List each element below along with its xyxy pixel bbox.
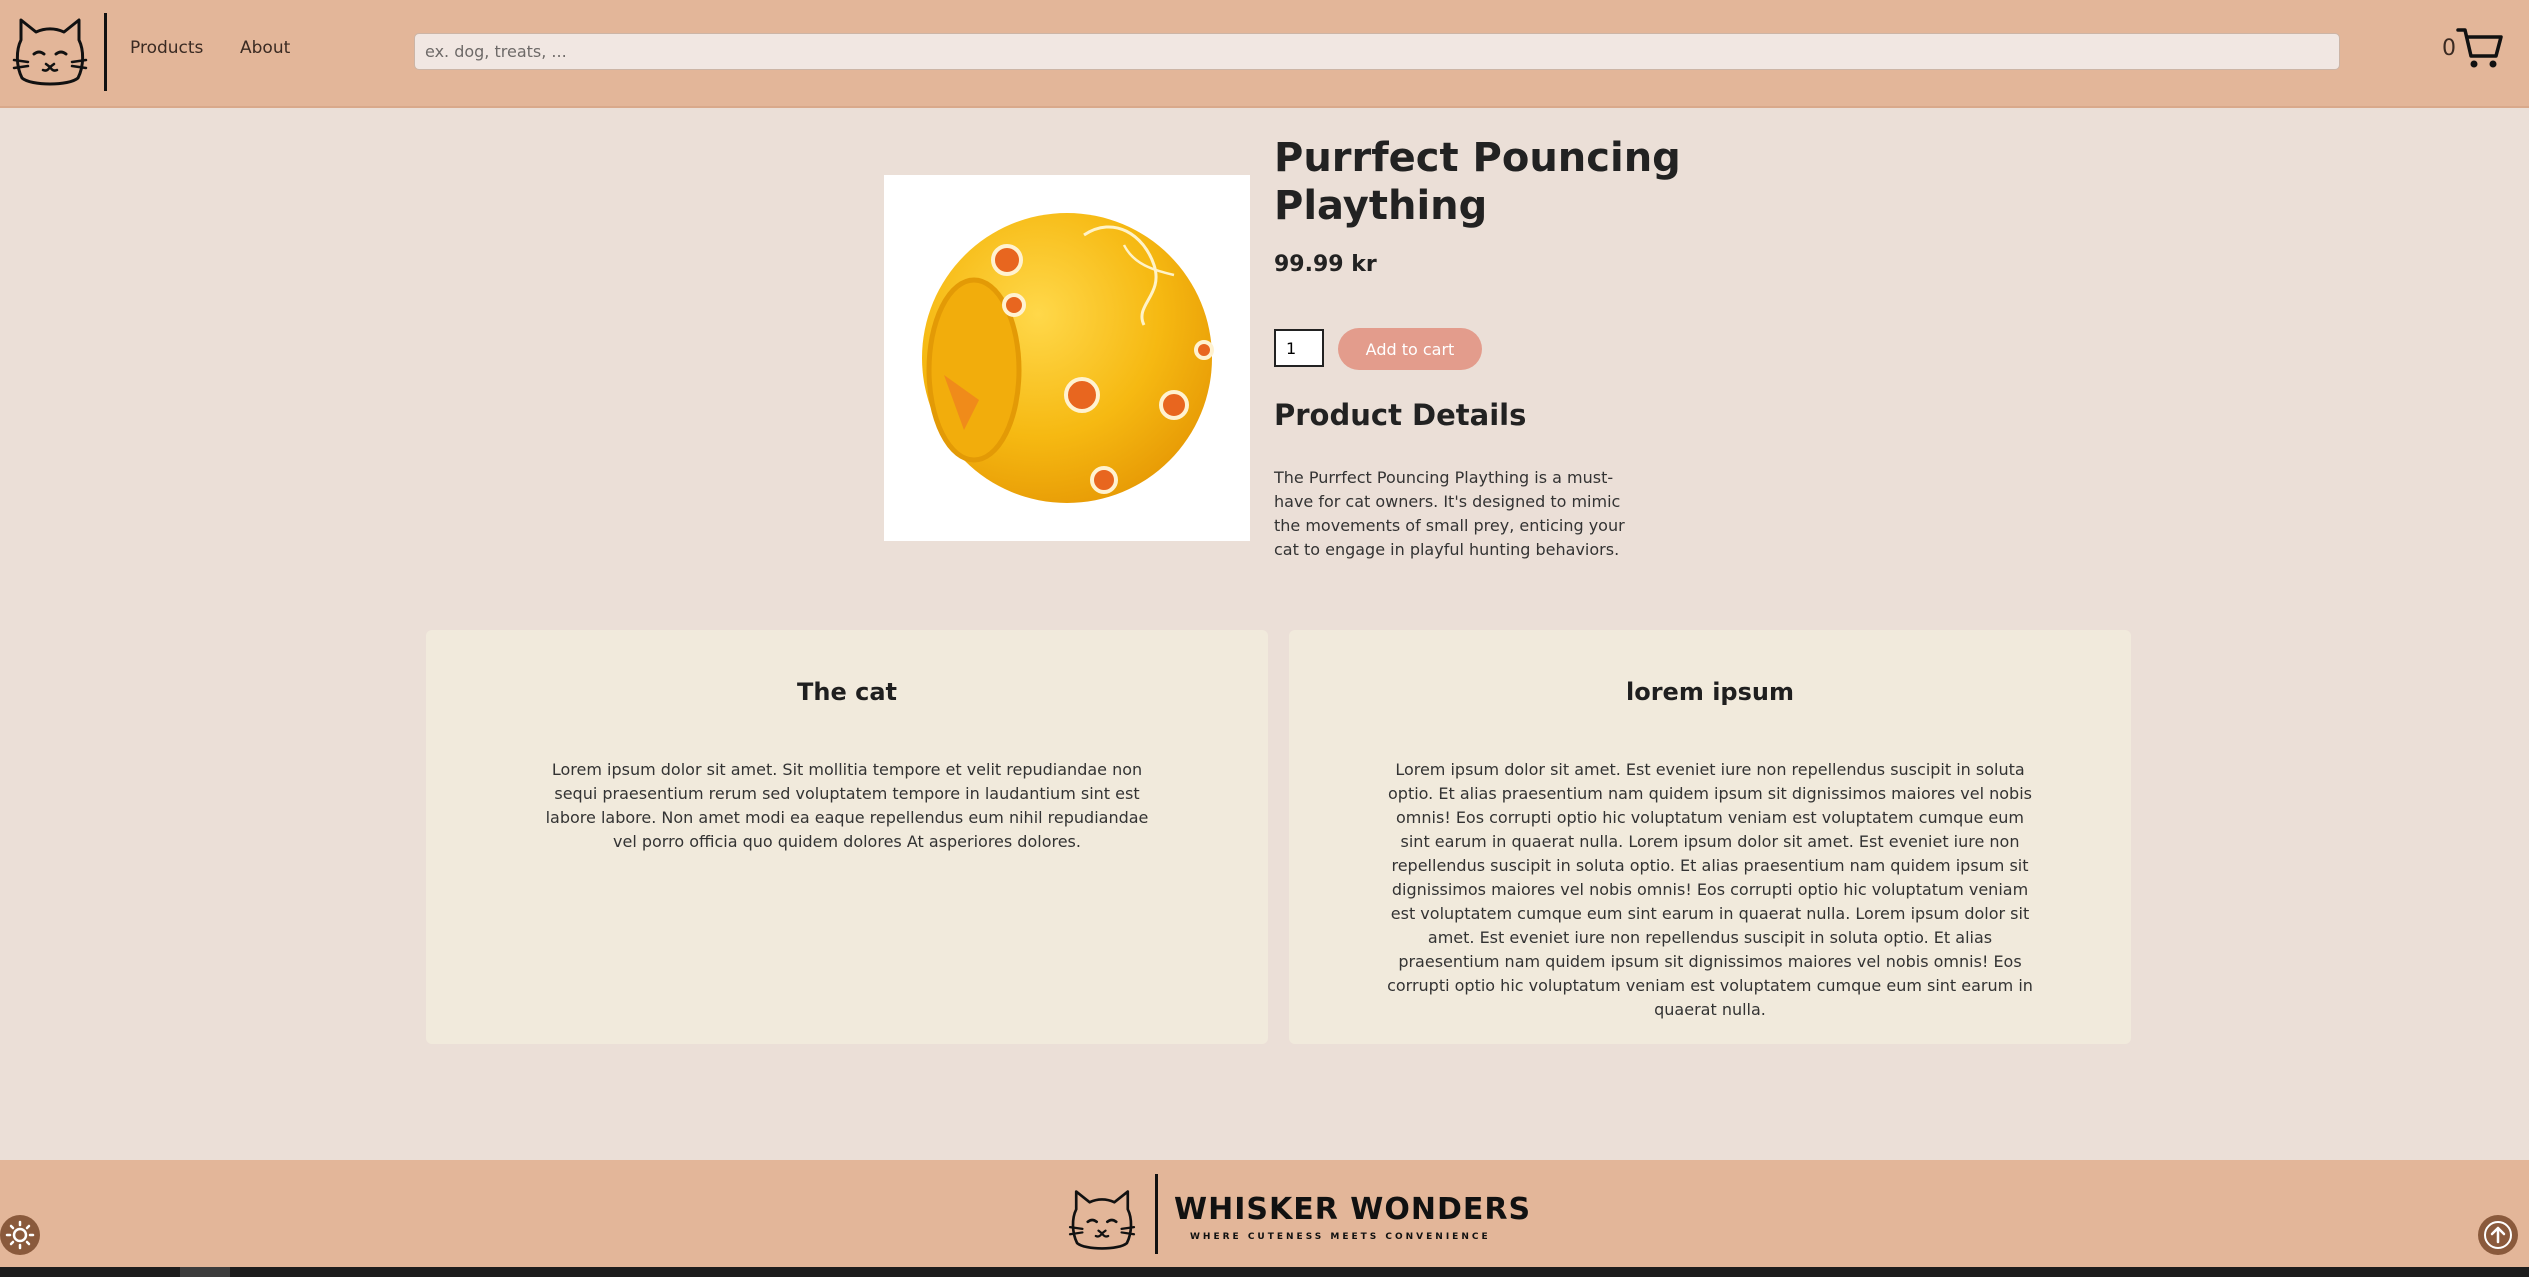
shopping-cart-icon[interactable] [2456, 26, 2504, 70]
search-input[interactable] [414, 33, 2340, 70]
treat-ball-icon [922, 213, 1214, 503]
os-taskbar [0, 1267, 2529, 1277]
brand-tagline: WHERE CUTENESS MEETS CONVENIENCE [1190, 1232, 1491, 1242]
product-price: 99.99 kr [1274, 252, 1377, 277]
site-footer: WHISKER WONDERS WHERE CUTENESS MEETS CON… [0, 1160, 2529, 1267]
brand-name: WHISKER WONDERS [1174, 1192, 1532, 1227]
nav-products-link[interactable]: Products [130, 38, 203, 58]
add-to-cart-button[interactable]: Add to cart [1338, 328, 1482, 370]
scroll-to-top-button[interactable] [2478, 1215, 2518, 1255]
card-title: The cat [797, 678, 897, 706]
product-title: Purrfect Pouncing Plaything [1274, 135, 1681, 229]
info-card-lorem-ipsum: lorem ipsum Lorem ipsum dolor sit amet. … [1289, 630, 2131, 1044]
product-details-heading: Product Details [1274, 398, 1527, 432]
card-title: lorem ipsum [1626, 678, 1794, 706]
nav-about-link[interactable]: About [240, 38, 290, 58]
theme-toggle-button[interactable] [0, 1215, 40, 1255]
cat-logo-icon[interactable] [12, 16, 88, 88]
cart-count: 0 [2442, 36, 2456, 61]
cat-logo-icon [1068, 1190, 1136, 1250]
header-divider [104, 13, 107, 91]
footer-divider [1155, 1174, 1158, 1254]
card-text: Lorem ipsum dolor sit amet. Sit mollitia… [545, 760, 1149, 851]
product-details-text: The Purrfect Pouncing Plaything is a mus… [1274, 468, 1625, 559]
card-text: Lorem ipsum dolor sit amet. Est eveniet … [1387, 760, 2033, 1019]
quantity-input[interactable] [1274, 329, 1324, 367]
taskbar-item[interactable] [180, 1267, 230, 1277]
sun-icon [5, 1220, 35, 1250]
product-image [884, 175, 1250, 541]
site-header: Products About 0 [0, 0, 2529, 108]
arrow-up-icon [2484, 1221, 2512, 1249]
info-card-the-cat: The cat Lorem ipsum dolor sit amet. Sit … [426, 630, 1268, 1044]
